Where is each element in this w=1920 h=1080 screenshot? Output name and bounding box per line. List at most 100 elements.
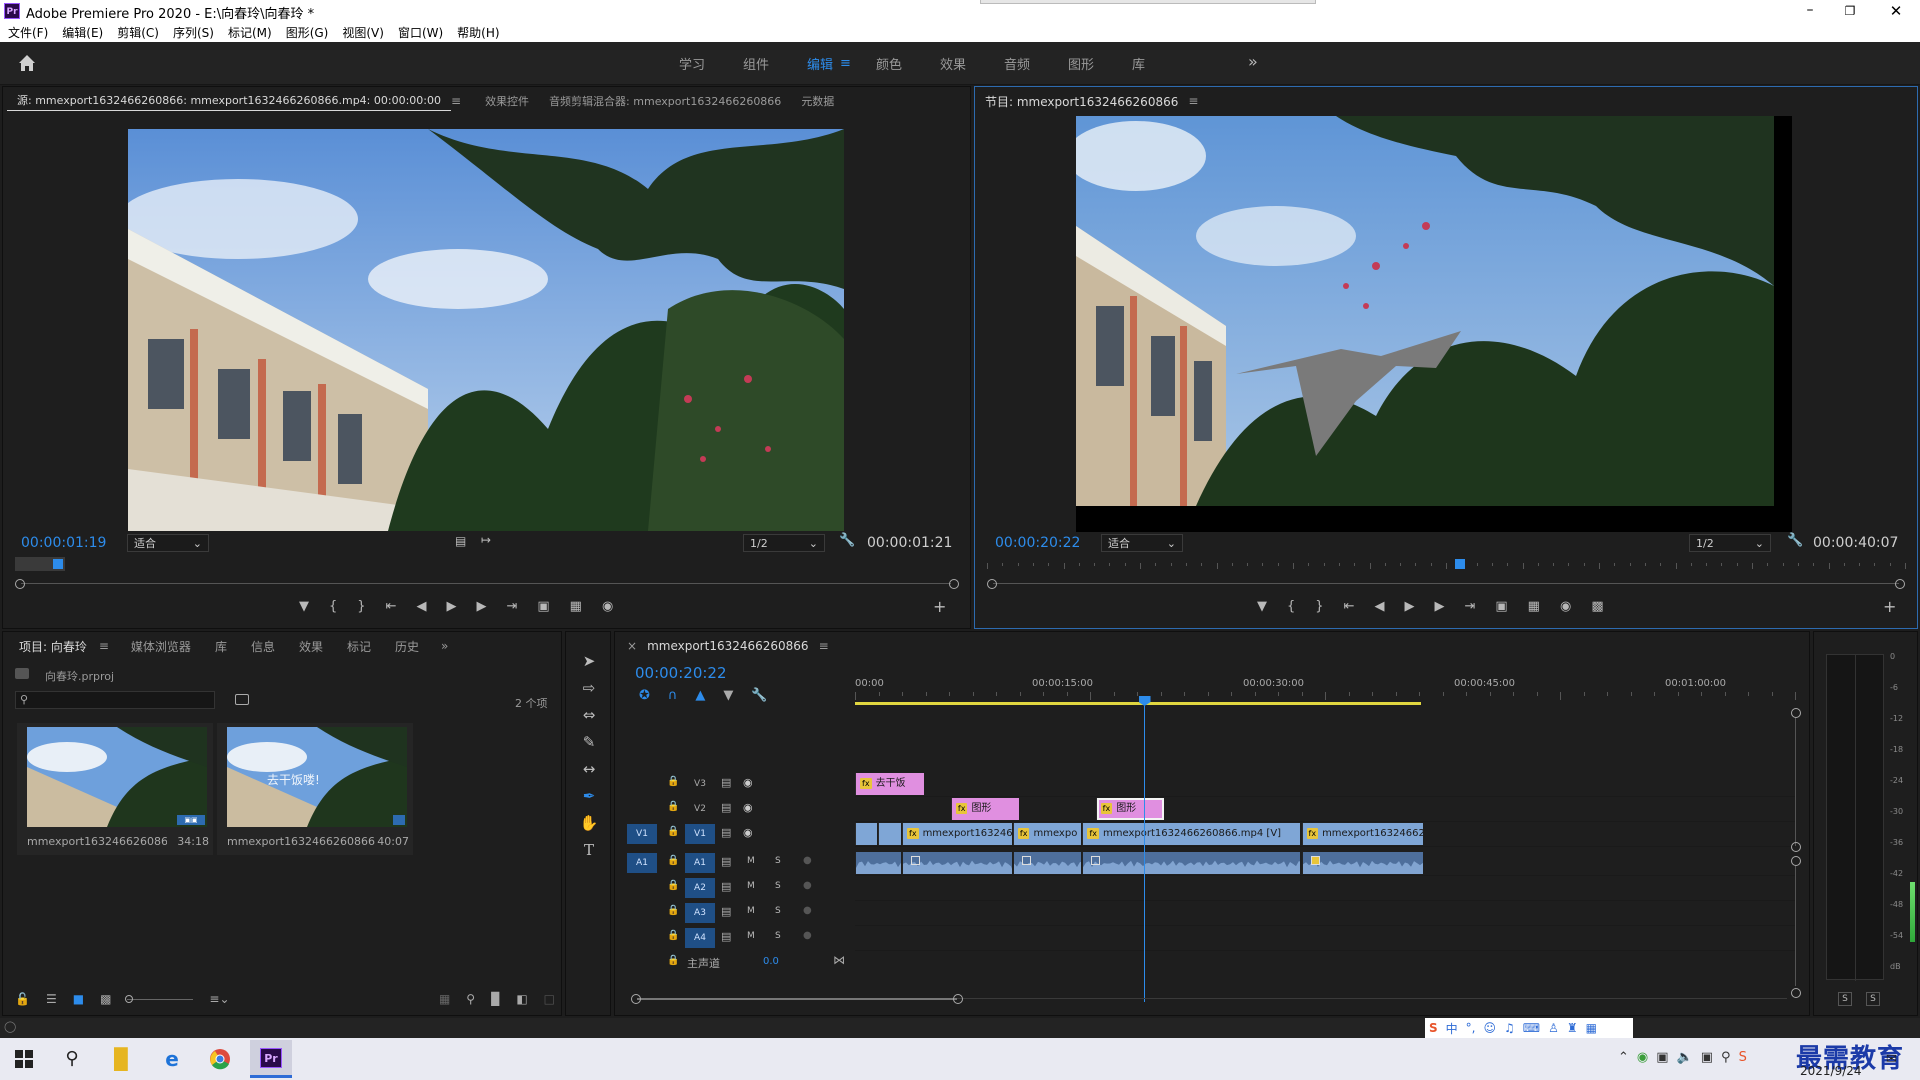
track-label[interactable]: A3: [685, 903, 715, 923]
source-insert-icon[interactable]: ↦: [481, 533, 491, 547]
add-marker-icon[interactable]: ▼: [723, 688, 733, 703]
selection-tool-icon[interactable]: ➤: [577, 650, 601, 672]
premiere-taskbar-icon[interactable]: Pr: [250, 1040, 292, 1078]
sogou-tray-icon[interactable]: S: [1739, 1050, 1747, 1065]
toolbox-icon[interactable]: ▦: [1586, 1021, 1597, 1035]
track-label[interactable]: V3: [685, 774, 715, 794]
program-tab-menu-icon[interactable]: ≡: [1178, 94, 1198, 108]
timeline-clip[interactable]: fx mmexport1632466260866.mp4 [V]: [1082, 823, 1301, 845]
skin-icon[interactable]: ♙: [1548, 1021, 1559, 1035]
program-timecode-current[interactable]: 00:00:20:22: [995, 535, 1080, 551]
ime-tray-icon[interactable]: ⚲: [1721, 1050, 1731, 1065]
trash-icon[interactable]: □: [544, 992, 555, 1006]
program-add-button[interactable]: +: [1883, 597, 1896, 616]
lock-icon[interactable]: 🔓: [15, 992, 30, 1006]
project-panel-tab[interactable]: 项目: 向春玲: [7, 638, 99, 655]
source-panel-tab[interactable]: 效果控件: [475, 93, 539, 109]
program-zoom-bar[interactable]: [987, 579, 1905, 589]
mark-in-icon[interactable]: {: [329, 599, 337, 614]
timeline-playhead[interactable]: [1138, 696, 1151, 1002]
menu-item[interactable]: 剪辑(C): [117, 24, 159, 41]
workspace-tab[interactable]: 颜色: [857, 54, 921, 73]
track-sync-icon[interactable]: ▤: [721, 930, 731, 943]
search-icon[interactable]: ⚲: [52, 1042, 92, 1076]
project-tab-menu-icon[interactable]: ≡: [99, 639, 119, 653]
track-lock-icon[interactable]: 🔒: [667, 826, 679, 837]
source-add-button[interactable]: +: [933, 597, 946, 616]
sequence-tab[interactable]: mmexport1632466260866: [647, 639, 809, 653]
linked-selection-icon[interactable]: ▲: [695, 688, 705, 703]
close-tab-icon[interactable]: ×: [627, 639, 647, 653]
freeform-view-icon[interactable]: ▩: [100, 992, 111, 1006]
workspace-more-button[interactable]: »: [1248, 52, 1258, 71]
source-panel-tab[interactable]: 源: mmexport1632466260866: mmexport163246…: [7, 92, 451, 111]
voice-over-record-icon[interactable]: ●: [803, 855, 812, 866]
insert-icon[interactable]: ▣: [537, 599, 549, 614]
program-playhead[interactable]: [1455, 559, 1466, 569]
snap-icon[interactable]: ∩: [668, 688, 678, 703]
program-tab[interactable]: 节目: mmexport1632466260866: [985, 93, 1178, 110]
track-lock-icon[interactable]: 🔒: [667, 930, 679, 941]
audio-clip[interactable]: [1082, 852, 1301, 874]
voice-over-record-icon[interactable]: ●: [803, 880, 812, 891]
slip-tool-icon[interactable]: ↔: [577, 758, 601, 780]
mark-out-icon[interactable]: }: [357, 599, 365, 614]
solo-button[interactable]: S: [775, 856, 781, 866]
add-marker-icon[interactable]: ▼: [299, 599, 309, 614]
project-item[interactable]: 去干饭喽! mmexport1632466260866 40:07: [217, 723, 413, 855]
track-visibility-icon[interactable]: ◉: [743, 801, 753, 814]
show-hidden-icons-icon[interactable]: ⌃: [1618, 1050, 1629, 1065]
sequence-tab-menu-icon[interactable]: ≡: [809, 639, 829, 653]
sort-icon[interactable]: ≡⌄: [209, 992, 229, 1006]
track-sync-icon[interactable]: ▤: [721, 776, 731, 789]
step-forward-icon[interactable]: ▶: [1434, 599, 1444, 614]
new-item-icon[interactable]: ◧: [516, 992, 527, 1006]
camera-icon[interactable]: ◉: [602, 599, 613, 614]
timeline-vertical-scrollbar[interactable]: [1791, 708, 1801, 998]
workspace-tab[interactable]: 音频: [985, 54, 1049, 73]
voice-over-record-icon[interactable]: ●: [803, 905, 812, 916]
go-to-out-icon[interactable]: ⇥: [506, 599, 517, 614]
file-explorer-icon[interactable]: ▉: [102, 1042, 142, 1076]
track-sync-icon[interactable]: ▤: [721, 826, 731, 839]
track-label[interactable]: A2: [685, 878, 715, 898]
track-lock-icon[interactable]: 🔒: [667, 855, 679, 866]
restore-button[interactable]: ❐: [1830, 0, 1870, 22]
mute-button[interactable]: M: [747, 881, 755, 891]
ripple-edit-tool-icon[interactable]: ⇔: [577, 704, 601, 726]
notification-icon[interactable]: ✉: [1886, 1052, 1897, 1067]
security-icon[interactable]: ◉: [1637, 1050, 1648, 1065]
timeline-clip[interactable]: fx mmexport163246626: [1301, 823, 1423, 845]
menu-item[interactable]: 序列(S): [173, 24, 214, 41]
ime-toolbar[interactable]: S 中 °, ☺ ♫ ⌨ ♙ ♜ ▦: [1425, 1018, 1633, 1038]
source-resolution-dropdown[interactable]: 1/2 ⌄: [743, 534, 825, 552]
track-lock-icon[interactable]: 🔒: [667, 905, 679, 916]
microphone-icon[interactable]: ♫: [1504, 1021, 1515, 1035]
track-lock-icon[interactable]: 🔒: [667, 880, 679, 891]
timeline-timecode[interactable]: 00:00:20:22: [635, 664, 727, 682]
timeline-clip[interactable]: fx 图形: [950, 798, 1020, 820]
solo-button[interactable]: S: [775, 931, 781, 941]
voice-over-record-icon[interactable]: ●: [803, 930, 812, 941]
audio-clip[interactable]: [855, 852, 901, 874]
track-sync-icon[interactable]: ▤: [721, 801, 731, 814]
source-playhead[interactable]: [52, 559, 63, 569]
track-visibility-icon[interactable]: ◉: [743, 826, 753, 839]
network-icon[interactable]: ▣: [1656, 1050, 1668, 1065]
hand-tool-icon[interactable]: ✋: [577, 812, 601, 834]
project-panel-tab[interactable]: 信息: [239, 638, 287, 655]
program-resolution-dropdown[interactable]: 1/2 ⌄: [1689, 534, 1771, 552]
add-marker-icon[interactable]: ▼: [1257, 599, 1267, 614]
timeline-clip[interactable]: fx mmexport1632466: [902, 823, 1012, 845]
track-visibility-icon[interactable]: ◉: [743, 776, 753, 789]
shirt-icon[interactable]: ♜: [1567, 1021, 1578, 1035]
source-wrench-icon[interactable]: 🔧: [839, 533, 855, 548]
punctuation-icon[interactable]: °,: [1466, 1021, 1476, 1035]
mute-button[interactable]: M: [747, 856, 755, 866]
close-button[interactable]: ✕: [1874, 0, 1918, 22]
mute-button[interactable]: M: [747, 906, 755, 916]
pen-tool-icon[interactable]: ✒: [577, 785, 601, 807]
workspace-tab[interactable]: 图形: [1049, 54, 1113, 73]
icon-view-icon[interactable]: ■: [73, 992, 84, 1006]
compare-view-icon[interactable]: ▩: [1591, 599, 1603, 614]
